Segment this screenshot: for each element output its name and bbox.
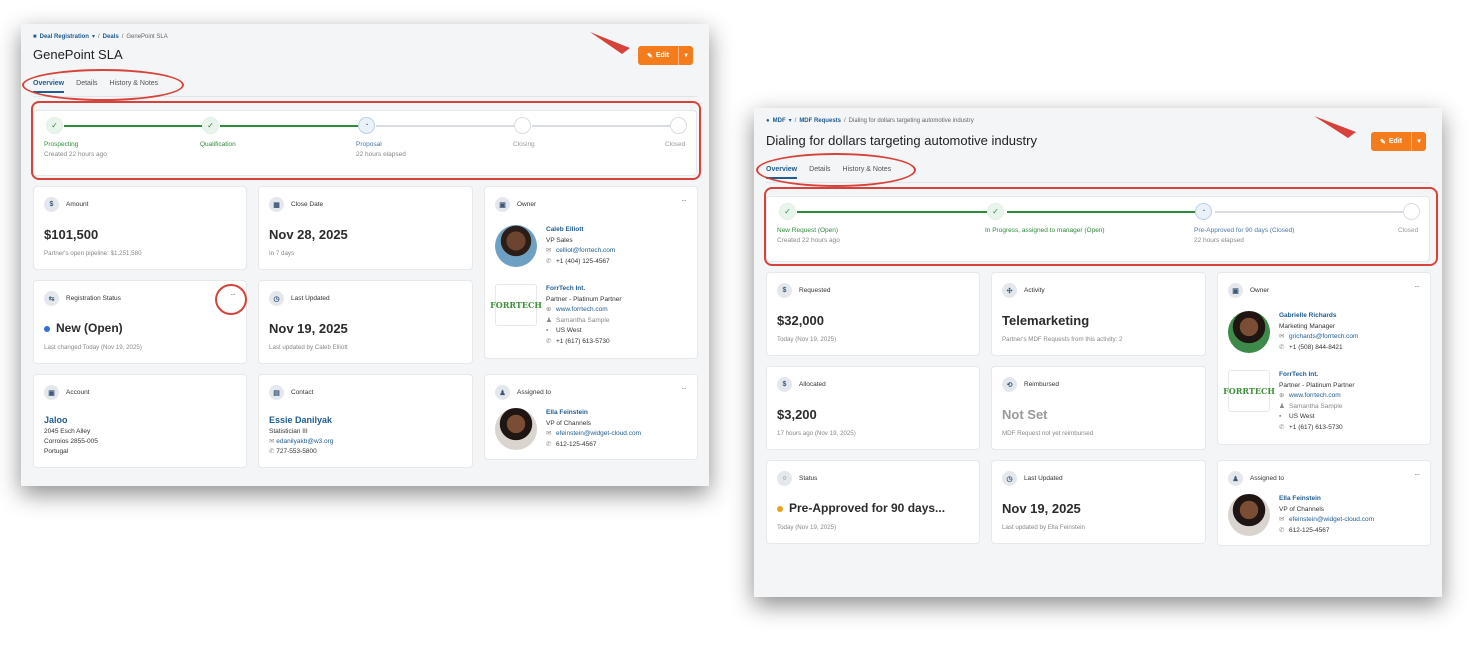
annotation-ellipse-tabs bbox=[756, 153, 916, 187]
arrow-icon bbox=[1314, 116, 1356, 138]
annotation-ellipse-tabs bbox=[22, 69, 184, 101]
annotation-rect-path bbox=[764, 187, 1438, 266]
annotation-ellipse-more bbox=[215, 284, 247, 315]
arrow-icon bbox=[590, 32, 630, 54]
annotation-rect-path bbox=[31, 101, 701, 180]
